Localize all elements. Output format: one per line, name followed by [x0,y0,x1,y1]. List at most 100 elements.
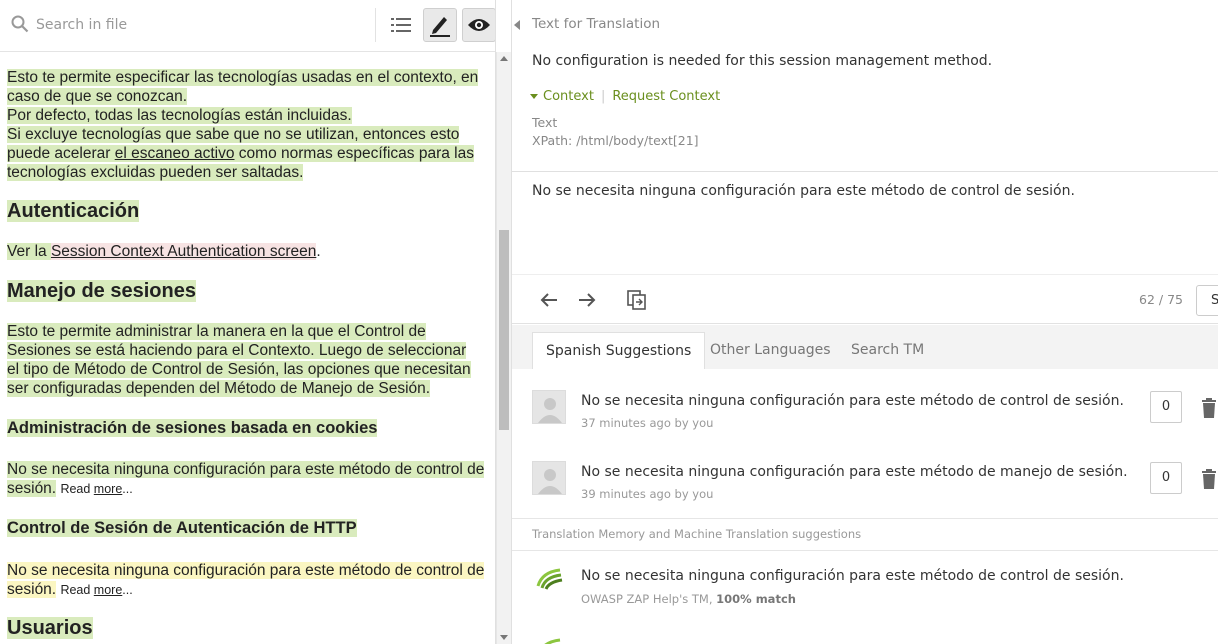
document-toolbar [0,0,495,52]
link-separator: | [600,89,606,104]
search-icon [11,15,29,33]
divider [512,171,1218,172]
text-line: No se necesita ninguna configuración par… [7,461,485,478]
technology-paragraph: Esto te permite especificar las tecnolog… [7,68,489,182]
context-links: Context | Request Context [530,89,720,104]
list-icon [391,18,411,32]
suggestion-text[interactable]: No se necesita ninguna configuración par… [581,393,1124,409]
text-line: Sesiones se está haciendo para el Contex… [7,342,467,359]
divider [512,550,1218,551]
edit-mode-button[interactable] [423,8,457,42]
translation-textarea[interactable]: No se necesita ninguna configuración par… [532,183,1075,199]
text-line: No se necesita ninguna configuración par… [7,562,485,579]
suggestion-meta: 39 minutes ago by you [581,487,714,501]
save-button[interactable]: S [1196,285,1218,316]
scrollbar-thumb[interactable] [499,230,509,430]
read-more-link[interactable]: Read more... [60,583,133,597]
source-label: Text for Translation [532,16,661,32]
read-more-text: Read [60,583,94,597]
read-more-text: ... [122,583,133,597]
tab-spanish-suggestions[interactable]: Spanish Suggestions [532,332,706,369]
arrow-right-icon [579,293,596,307]
source-document-pane: Esto te permite especificar las tecnolog… [0,0,496,644]
tm-match: 100% match [716,592,796,606]
user-avatar-icon [538,398,562,423]
eye-icon [468,19,490,31]
text-line: Esto te permite administrar la manera en… [7,323,426,340]
cookie-paragraph: No se necesita ninguna configuración par… [7,460,489,499]
scroll-down-arrow-icon[interactable] [500,635,508,640]
avatar [532,390,566,424]
read-more-text: more [93,482,123,496]
session-paragraph: Esto te permite administrar la manera en… [7,322,489,398]
text-line: Por defecto, todas las tecnologías están… [7,107,352,124]
authentication-screen-link[interactable]: Session Context Authentication screen [50,243,317,260]
editor-footer: 62 / 75 S [512,274,1218,324]
suggestion-tabs: Spanish Suggestions Other Languages Sear… [512,325,1218,369]
previous-string-button[interactable] [536,287,562,313]
pencil-icon [430,17,450,37]
heading-text: Manejo de sesiones [7,280,196,302]
suggestion-text[interactable]: No se necesita ninguna configuración par… [581,464,1128,480]
text-line: ser configuradas dependen del Método de … [7,380,431,397]
tm-suggestion-meta: OWASP ZAP Help's TM, 100% match [581,592,796,606]
copy-source-button[interactable] [624,287,650,313]
heading-text: Autenticación [7,200,140,222]
avatar [532,461,566,495]
read-more-link[interactable]: Read more... [60,482,133,496]
translation-editor-pane: Text for Translation No configuration is… [512,0,1218,644]
next-string-button[interactable] [574,287,600,313]
suggestion-meta: 37 minutes ago by you [581,416,714,430]
heading-cookie-sessions: Administración de sesiones basada en coo… [7,417,489,439]
text-line: como normas específicas para las [234,145,474,162]
text-line: caso de que se conozcan. [7,88,188,105]
tm-source: OWASP ZAP Help's TM, [581,592,717,606]
authentication-paragraph: Ver la Session Context Authentication sc… [7,242,489,261]
search-in-file-input[interactable] [36,12,356,38]
document-preview: Esto te permite especificar las tecnolog… [0,52,495,644]
heading-text: Control de Sesión de Autenticación de HT… [7,519,357,537]
text-line: . [316,243,321,260]
document-scrollbar[interactable] [496,52,511,644]
tm-logo-icon [544,638,561,644]
trash-icon[interactable] [1200,398,1218,418]
text-line: sesión. [7,581,57,598]
heading-session-management: Manejo de sesiones [7,278,489,304]
text-line: Esto te permite especificar las tecnolog… [7,69,479,86]
source-text: No configuration is needed for this sess… [532,53,993,69]
vote-count[interactable]: 0 [1150,391,1182,423]
context-xpath: XPath: /html/body/text[21] [532,133,699,148]
user-avatar-icon [538,469,562,494]
heading-users: Usuarios [7,615,489,641]
text-line: puede acelerar [7,145,115,162]
active-scan-link[interactable]: el escaneo activo [114,145,235,162]
list-view-button[interactable] [384,8,418,42]
text-line: el tipo de Método de Control de Sesión, … [7,361,471,378]
read-more-text: more [93,583,123,597]
tab-search-tm[interactable]: Search TM [838,332,937,369]
heading-text: Usuarios [7,617,93,639]
tab-other-languages[interactable]: Other Languages [697,332,844,369]
tm-section-header: Translation Memory and Machine Translati… [532,527,862,541]
expand-triangle-icon [530,94,538,99]
scroll-up-arrow-icon[interactable] [500,56,508,61]
heading-authentication: Autenticación [7,198,489,224]
copy-source-icon [627,290,646,310]
toolbar-separator [375,8,376,42]
context-type: Text [532,115,558,130]
context-toggle[interactable]: Context [543,89,594,104]
trash-icon[interactable] [1200,469,1218,489]
read-more-text: Read [60,482,94,496]
tm-suggestion-text[interactable]: No se necesita ninguna configuración par… [581,568,1124,584]
divider [512,518,1218,519]
http-paragraph: No se necesita ninguna configuración par… [7,561,489,600]
text-line: tecnologías excluidas pueden ser saltada… [7,164,304,181]
tm-logo-icon [536,568,563,590]
progress-counter: 62 / 75 [1139,292,1183,307]
heading-http-auth-session: Control de Sesión de Autenticación de HT… [7,517,489,539]
vote-count[interactable]: 0 [1150,462,1182,494]
text-line: Ver la [7,243,51,260]
preview-mode-button[interactable] [462,8,495,42]
request-context-link[interactable]: Request Context [612,89,720,104]
text-line: sesión. [7,480,57,497]
